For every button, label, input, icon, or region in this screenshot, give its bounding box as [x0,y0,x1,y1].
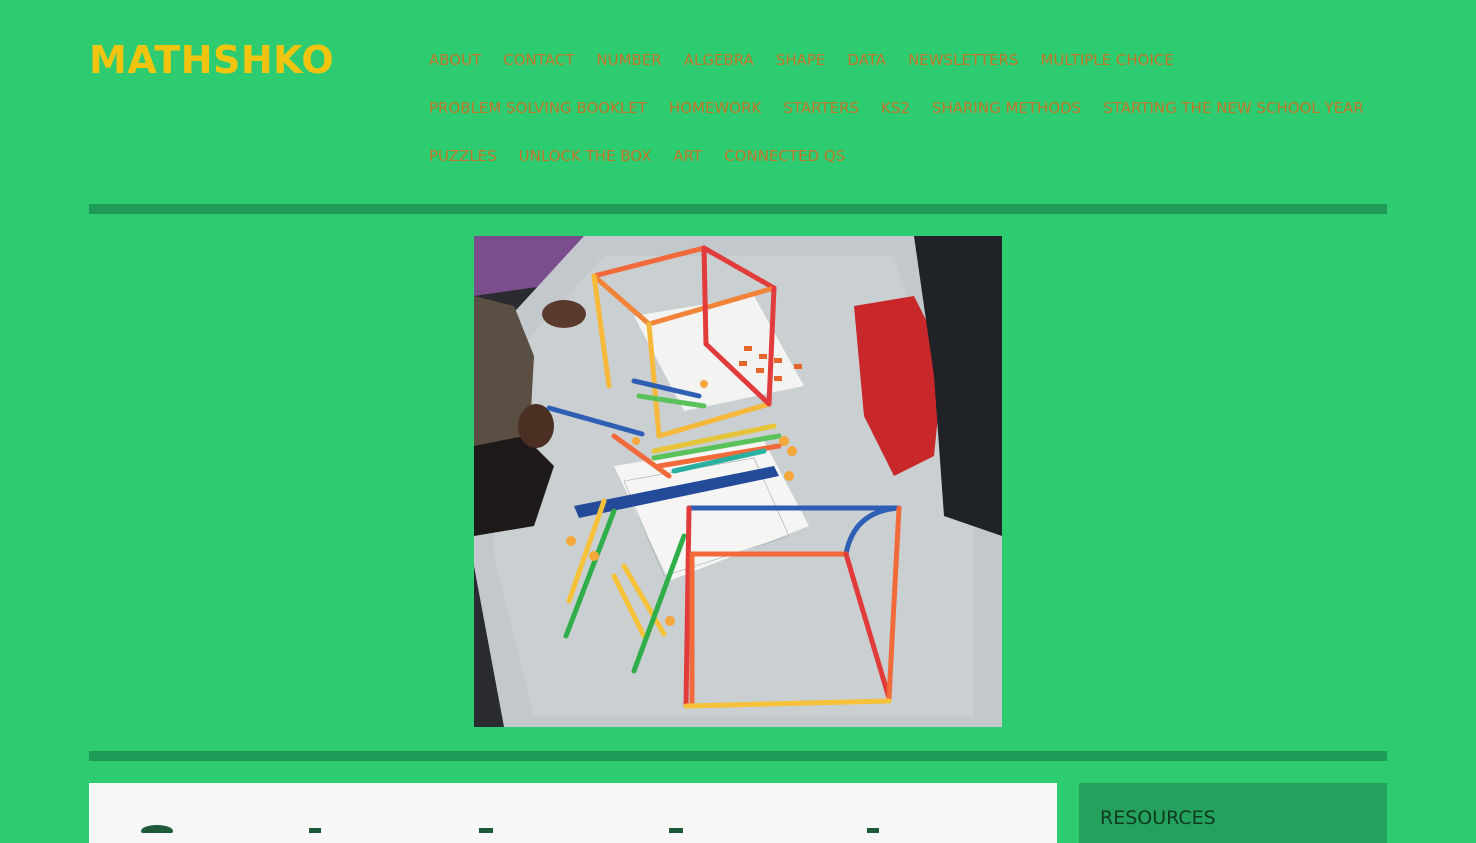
sidebar-widget: RESOURCES [1079,783,1387,843]
nav-item-unlock-the-box[interactable]: UNLOCK THE BOX [519,147,652,165]
nav-item-starting-new-school-year[interactable]: STARTING THE NEW SCHOOL YEAR [1103,99,1364,117]
nav-row-3: PUZZLES UNLOCK THE BOX ART CONNECTED QS [429,132,1387,180]
site-header: MATHSHKO ABOUT CONTACT NUMBER ALGEBRA SH… [89,0,1387,214]
nav-item-algebra[interactable]: ALGEBRA [684,51,754,69]
nav-row-1: ABOUT CONTACT NUMBER ALGEBRA SHAPE DATA … [429,36,1387,84]
nav-item-sharing-methods[interactable]: SHARING METHODS [932,99,1081,117]
nav-item-problem-solving-booklet[interactable]: PROBLEM SOLVING BOOKLET [429,99,647,117]
nav-row-2: PROBLEM SOLVING BOOKLET HOMEWORK STARTER… [429,84,1387,132]
nav-item-contact[interactable]: CONTACT [503,51,574,69]
nav-item-homework[interactable]: HOMEWORK [669,99,761,117]
header-divider [89,204,1387,214]
nav-item-ks2[interactable]: KS2 [881,99,910,117]
nav-item-multiple-choice[interactable]: MULTIPLE CHOICE [1040,51,1173,69]
nav-item-puzzles[interactable]: PUZZLES [429,147,497,165]
hero-photo [474,236,1002,727]
nav-item-starters[interactable]: STARTERS [783,99,859,117]
widget-title: RESOURCES [1100,807,1216,829]
nav-item-number[interactable]: NUMBER [596,51,661,69]
nav-item-shape[interactable]: SHAPE [776,51,826,69]
nav-item-connected-qs[interactable]: CONNECTED QS [724,147,845,165]
nav-item-about[interactable]: ABOUT [429,51,481,69]
nav-item-newsletters[interactable]: NEWSLETTERS [908,51,1018,69]
nav-item-art[interactable]: ART [673,147,702,165]
post-card [89,783,1057,843]
site-title[interactable]: MATHSHKO [89,38,334,82]
nav-item-data[interactable]: DATA [847,51,886,69]
main-nav: ABOUT CONTACT NUMBER ALGEBRA SHAPE DATA … [429,36,1387,180]
post-heading-partial [141,825,879,833]
hero-photo-illustration [474,236,1002,727]
content-divider [89,751,1387,761]
